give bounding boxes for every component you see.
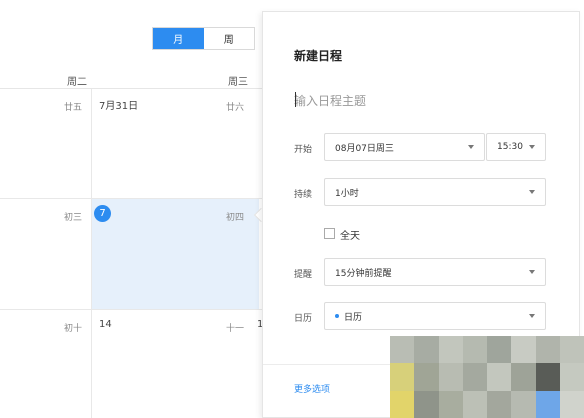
reminder-label: 提醒	[294, 270, 313, 280]
blur-tile	[462, 390, 487, 418]
chevron-down-icon	[529, 314, 535, 318]
blur-tile	[559, 336, 584, 364]
duration-select[interactable]: 1小时	[324, 178, 546, 206]
blur-tile	[414, 336, 439, 364]
calendar-color-dot	[335, 314, 339, 318]
lunar-date: 初三	[64, 213, 83, 223]
chevron-down-icon	[468, 145, 474, 149]
lunar-date: 廿五	[64, 103, 83, 113]
calendar-app: 月 周 周二 周三 廿五 7月31日 廿六 初三 7 初四 初十 14 十一 1…	[0, 0, 584, 418]
blur-tile	[438, 336, 463, 364]
view-toggle: 月 周	[152, 27, 255, 50]
blurred-region	[390, 336, 584, 418]
blur-tile	[487, 336, 512, 364]
blur-tile	[414, 390, 439, 418]
chevron-down-icon	[529, 270, 535, 274]
duration-label: 持续	[294, 190, 313, 200]
grid-line	[0, 198, 262, 199]
blur-tile	[511, 390, 536, 418]
more-options-link[interactable]: 更多选项	[294, 382, 330, 395]
day-cell-date[interactable]: 7月31日	[99, 97, 138, 112]
blur-tile	[438, 390, 463, 418]
blur-tile	[559, 363, 584, 391]
start-time-value: 15:30	[497, 142, 523, 152]
all-day-label: 全天	[340, 231, 360, 242]
blur-tile	[535, 336, 560, 364]
start-time-select[interactable]: 15:30	[486, 133, 546, 161]
calendar-label: 日历	[294, 314, 313, 324]
duration-value: 1小时	[335, 188, 359, 199]
grid-line	[91, 89, 92, 418]
blur-tile	[535, 363, 560, 391]
blur-tile	[487, 390, 512, 418]
blur-tile	[390, 363, 415, 391]
today-date-badge[interactable]: 7	[94, 205, 111, 222]
grid-line	[0, 309, 262, 310]
calendar-value: 日历	[344, 312, 363, 323]
event-subject-input[interactable]: 输入日程主题	[294, 92, 544, 109]
day-cell-date[interactable]: 14	[99, 319, 112, 330]
reminder-select[interactable]: 15分钟前提醒	[324, 258, 546, 286]
text-cursor	[295, 92, 296, 107]
blur-tile	[462, 363, 487, 391]
panel-title: 新建日程	[294, 49, 343, 63]
lunar-date: 初四	[226, 213, 245, 223]
blur-tile	[487, 363, 512, 391]
weekday-tuesday: 周二	[67, 77, 87, 88]
blur-tile	[438, 363, 463, 391]
lunar-date: 十一	[226, 324, 245, 334]
blur-tile	[511, 363, 536, 391]
start-date-select[interactable]: 08月07日周三	[324, 133, 485, 161]
calendar-select[interactable]: 日历	[324, 302, 546, 330]
blur-tile	[559, 390, 584, 418]
blur-tile	[390, 336, 415, 364]
lunar-date: 廿六	[226, 103, 245, 113]
start-label: 开始	[294, 145, 313, 155]
month-view-button[interactable]: 月	[153, 28, 204, 49]
blur-tile	[511, 336, 536, 364]
blur-tile	[390, 390, 415, 418]
blur-tile	[535, 390, 560, 418]
start-date-value: 08月07日周三	[335, 143, 394, 154]
chevron-down-icon	[529, 190, 535, 194]
header-divider	[0, 88, 262, 89]
all-day-checkbox[interactable]	[324, 228, 335, 239]
lunar-date: 初十	[64, 324, 83, 334]
reminder-value: 15分钟前提醒	[335, 268, 392, 279]
blur-tile	[414, 363, 439, 391]
chevron-down-icon	[529, 145, 535, 149]
week-view-button[interactable]: 周	[204, 28, 255, 49]
blur-tile	[462, 336, 487, 364]
weekday-wednesday: 周三	[228, 77, 248, 88]
